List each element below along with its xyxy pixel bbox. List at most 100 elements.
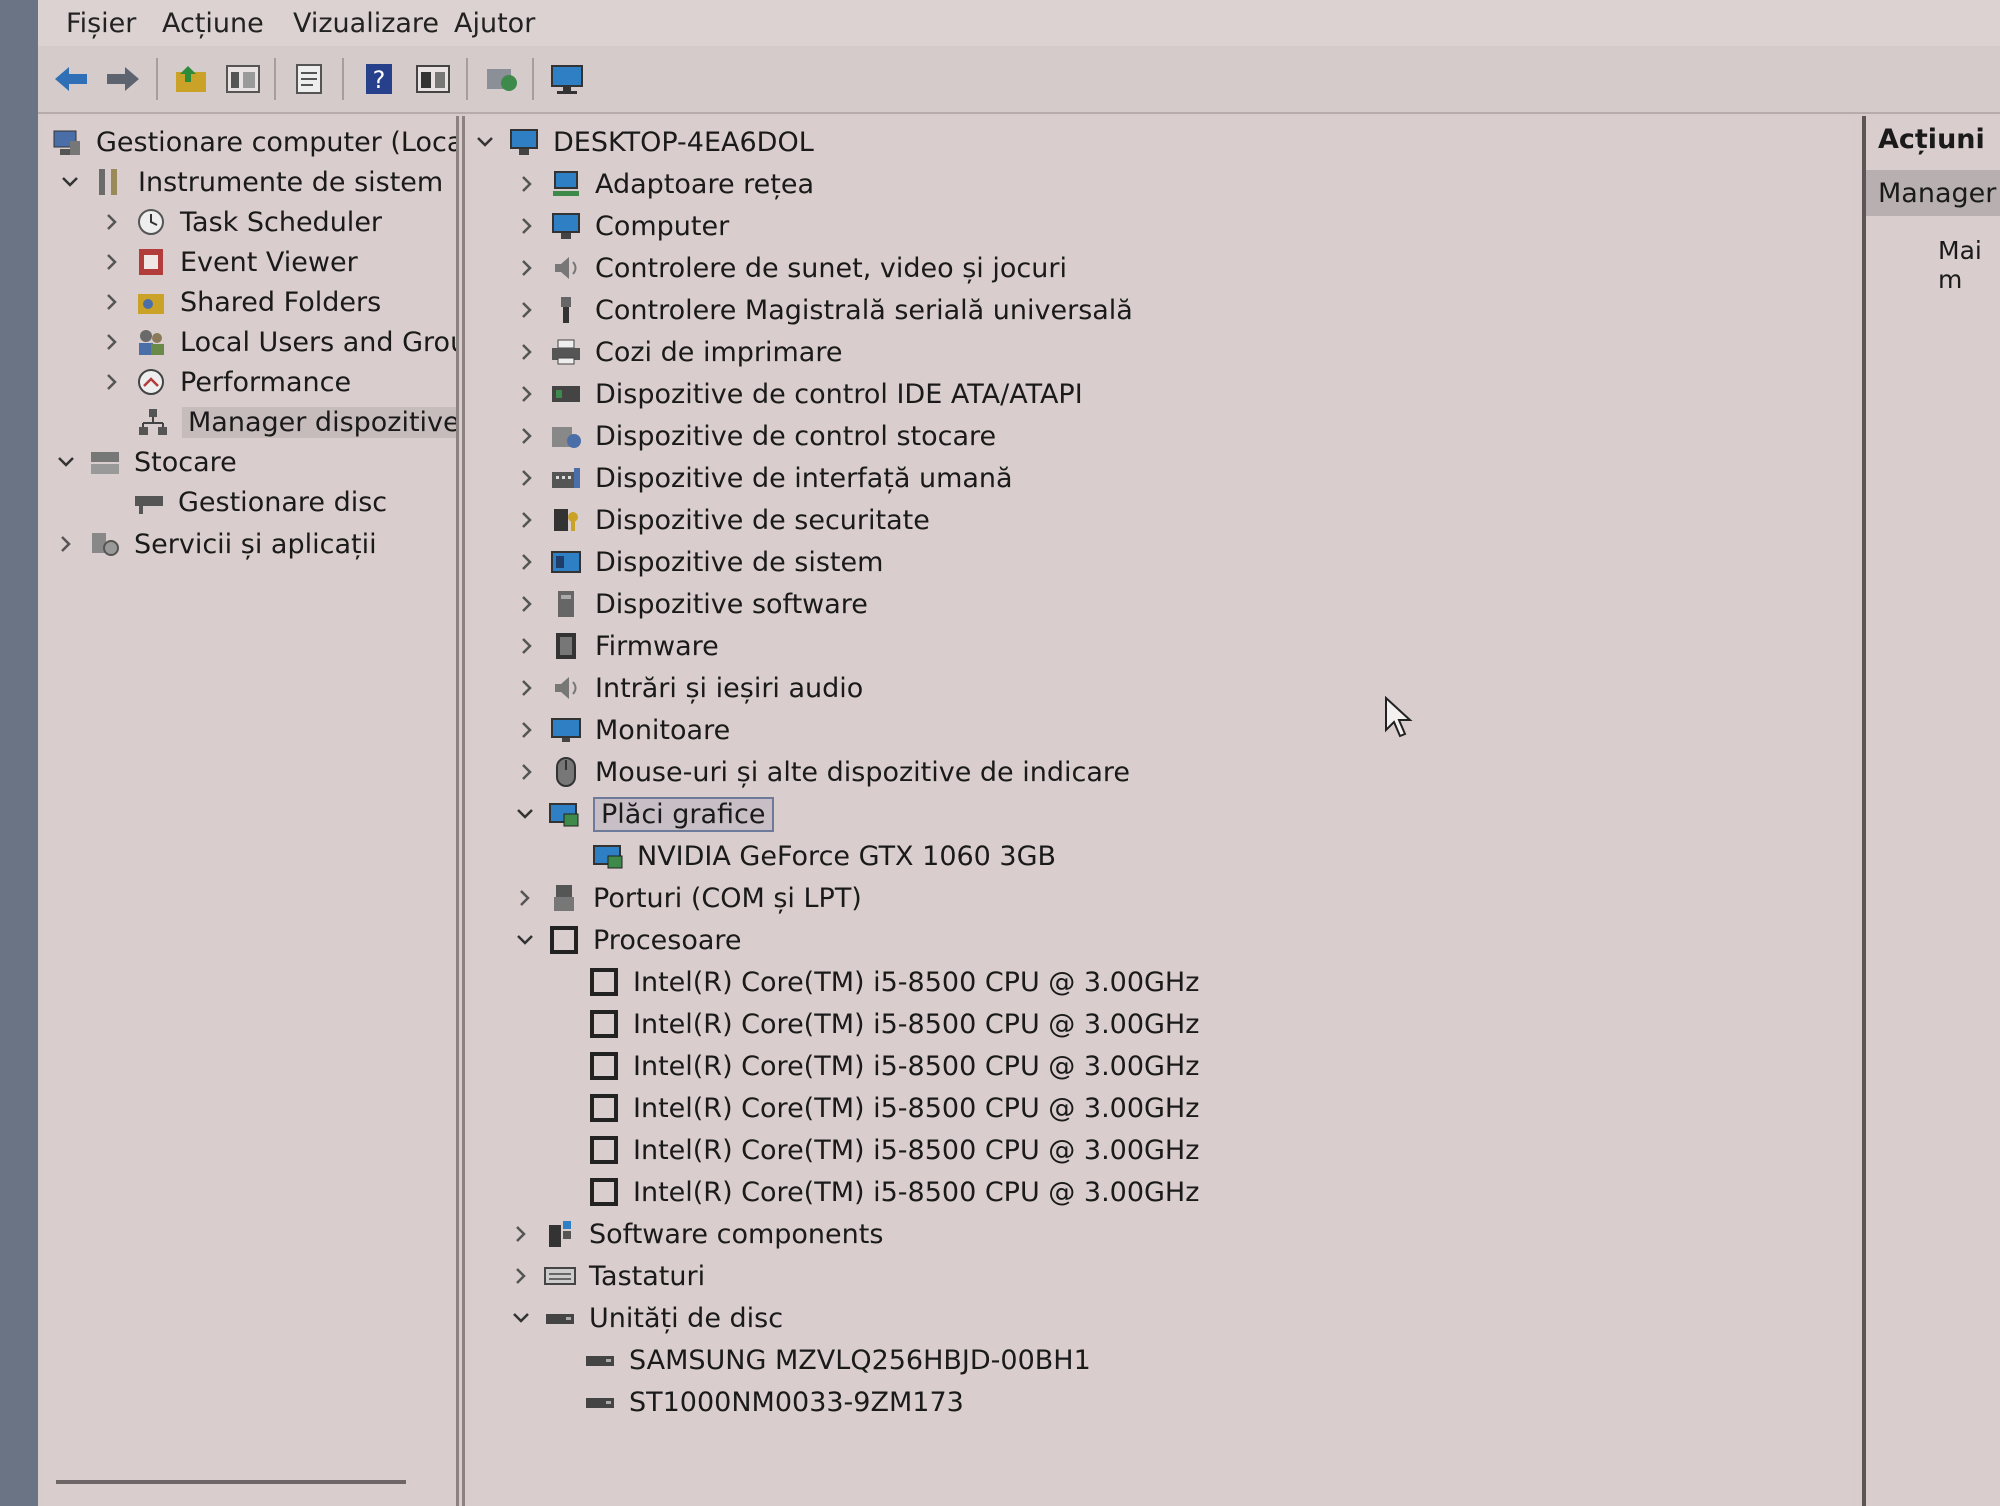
tree-item-system-tools[interactable]: Instrumente de sistem [58,162,443,202]
chevron-right-icon[interactable] [515,340,539,364]
chevron-right-icon[interactable] [515,508,539,532]
chevron-right-icon[interactable] [515,256,539,280]
tree-item-computer[interactable]: Computer [515,206,729,246]
actions-section-header[interactable]: Manager [1866,170,2000,216]
chevron-right-icon[interactable] [515,592,539,616]
tree-item-ide-ata-atapi-controllers[interactable]: Dispozitive de control IDE ATA/ATAPI [515,374,1083,414]
hid-icon [549,461,583,495]
chevron-right-icon[interactable] [515,760,539,784]
chevron-right-icon[interactable] [515,676,539,700]
monitor-icon[interactable] [544,56,590,102]
cpu-icon [587,1007,621,1041]
tree-item-disk-management[interactable]: Gestionare disc [132,482,387,522]
chevron-right-icon[interactable] [100,370,124,394]
tree-item-cpu[interactable]: Intel(R) Core(TM) i5-8500 CPU @ 3.00GHz [587,1130,1199,1170]
tree-item-network-adapters[interactable]: Adaptoare rețea [515,164,814,204]
chevron-right-icon[interactable] [515,298,539,322]
chevron-right-icon[interactable] [54,532,78,556]
tree-item-cpu[interactable]: Intel(R) Core(TM) i5-8500 CPU @ 3.00GHz [587,962,1199,1002]
tree-item-computer-root[interactable]: DESKTOP-4EA6DOL [473,122,814,162]
tree-item-audio-inputs-outputs[interactable]: Intrări și ieșiri audio [515,668,863,708]
properties-icon[interactable] [286,56,332,102]
tree-item-disk[interactable]: ST1000NM0033-9ZM173 [583,1382,964,1422]
forward-icon[interactable] [100,56,146,102]
chevron-right-icon[interactable] [515,172,539,196]
chevron-right-icon[interactable] [100,250,124,274]
chevron-right-icon[interactable] [515,214,539,238]
tree-item-ports[interactable]: Porturi (COM și LPT) [513,878,862,918]
tree-item-human-interface-devices[interactable]: Dispozitive de interfață umană [515,458,1013,498]
chevron-right-icon[interactable] [515,718,539,742]
tree-item-software-components[interactable]: Software components [509,1214,883,1254]
tree-item-device-manager[interactable]: Manager dispozitive [136,402,456,442]
tree-item-sound-video-game-controllers[interactable]: Controlere de sunet, video și jocuri [515,248,1067,288]
tree-item-performance[interactable]: Performance [100,362,351,402]
chevron-down-icon[interactable] [58,170,82,194]
tree-label: Intel(R) Core(TM) i5-8500 CPU @ 3.00GHz [633,1008,1200,1040]
chevron-right-icon[interactable] [509,1222,533,1246]
tree-item-keyboards[interactable]: Tastaturi [509,1256,705,1296]
tree-item-system-devices[interactable]: Dispozitive de sistem [515,542,883,582]
tree-item-security-devices[interactable]: Dispozitive de securitate [515,500,930,540]
tree-item-local-users[interactable]: Local Users and Groups [100,322,456,362]
monitor-icon [549,713,583,747]
tree-label: Servicii și aplicații [134,528,377,560]
scan-hardware-icon[interactable] [478,56,524,102]
chevron-down-icon[interactable] [513,802,537,826]
port-icon [547,881,581,915]
view-icon[interactable] [410,56,456,102]
chevron-right-icon[interactable] [509,1264,533,1288]
tree-item-display-adapters[interactable]: Plăci grafice [513,794,774,834]
menu-help[interactable]: Ajutor [454,8,535,39]
tree-item-mice-pointing-devices[interactable]: Mouse-uri și alte dispozitive de indicar… [515,752,1130,792]
chevron-right-icon[interactable] [100,210,124,234]
tree-item-disk-drives[interactable]: Unități de disc [509,1298,783,1338]
ide-icon [549,377,583,411]
tree-item-monitors[interactable]: Monitoare [515,710,730,750]
toolbar-separator [466,58,468,100]
tree-item-firmware[interactable]: Firmware [515,626,719,666]
chevron-right-icon[interactable] [515,634,539,658]
tree-item-services-apps[interactable]: Servicii și aplicații [54,524,377,564]
services-icon [88,527,122,561]
tree-label: NVIDIA GeForce GTX 1060 3GB [637,840,1057,872]
up-folder-icon[interactable] [168,56,214,102]
tree-item-usb-controllers[interactable]: Controlere Magistrală serială universală [515,290,1133,330]
tree-item-task-scheduler[interactable]: Task Scheduler [100,202,382,242]
chevron-right-icon[interactable] [515,424,539,448]
tree-item-cpu[interactable]: Intel(R) Core(TM) i5-8500 CPU @ 3.00GHz [587,1172,1199,1212]
chevron-down-icon[interactable] [54,450,78,474]
chevron-right-icon[interactable] [515,466,539,490]
menu-action[interactable]: Acțiune [162,8,264,39]
chevron-right-icon[interactable] [100,330,124,354]
tree-item-storage[interactable]: Stocare [54,442,237,482]
back-icon[interactable] [48,56,94,102]
tree-item-storage-controllers[interactable]: Dispozitive de control stocare [515,416,996,456]
actions-pane: Acțiuni Manager Mai m [1862,116,2000,1506]
tree-item-disk[interactable]: SAMSUNG MZVLQ256HBJD-00BH1 [583,1340,1091,1380]
tree-item-cpu[interactable]: Intel(R) Core(TM) i5-8500 CPU @ 3.00GHz [587,1004,1199,1044]
chevron-right-icon[interactable] [515,550,539,574]
chevron-right-icon[interactable] [513,886,537,910]
help-icon[interactable]: ? [356,56,402,102]
chevron-right-icon[interactable] [515,382,539,406]
chevron-right-icon[interactable] [100,290,124,314]
tree-item-cpu[interactable]: Intel(R) Core(TM) i5-8500 CPU @ 3.00GHz [587,1088,1199,1128]
tree-item-software-devices[interactable]: Dispozitive software [515,584,868,624]
tree-item-gpu[interactable]: NVIDIA GeForce GTX 1060 3GB [591,836,1056,876]
menu-view[interactable]: Vizualizare [293,8,439,39]
tree-item-print-queues[interactable]: Cozi de imprimare [515,332,842,372]
show-hide-tree-icon[interactable] [220,56,266,102]
tree-item-shared-folders[interactable]: Shared Folders [100,282,381,322]
more-actions-link[interactable]: Mai m [1938,236,2000,294]
menu-file[interactable]: Fișier [66,8,136,39]
chevron-down-icon[interactable] [513,928,537,952]
chevron-down-icon[interactable] [509,1306,533,1330]
tree-item-computer-management[interactable]: Gestionare computer (Local) [50,122,456,162]
tree-item-event-viewer[interactable]: Event Viewer [100,242,358,282]
tree-label: DESKTOP-4EA6DOL [553,126,814,158]
tree-item-processors[interactable]: Procesoare [513,920,742,960]
horizontal-scrollbar[interactable] [56,1480,406,1484]
tree-item-cpu[interactable]: Intel(R) Core(TM) i5-8500 CPU @ 3.00GHz [587,1046,1199,1086]
chevron-down-icon[interactable] [473,130,497,154]
